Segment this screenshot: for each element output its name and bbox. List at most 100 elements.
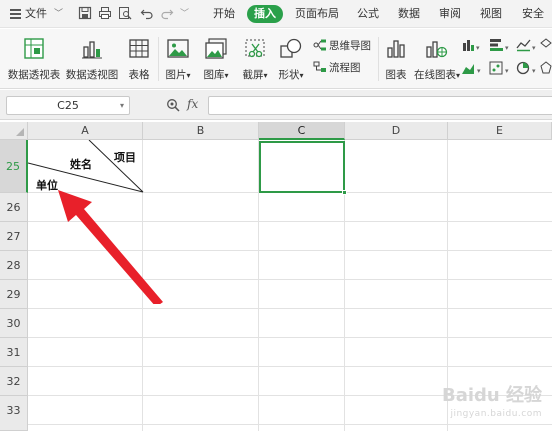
svg-text:▾: ▾ [505, 44, 509, 52]
scatter-chart-icon[interactable]: ▾ [489, 61, 511, 75]
column-header-b[interactable]: B [143, 122, 259, 140]
pivot-chart-label: 数据透视图 [65, 69, 119, 81]
column-header-a[interactable]: A [28, 122, 143, 140]
fill-handle[interactable] [342, 190, 347, 195]
online-chart-icon [423, 37, 449, 61]
line-chart-icon[interactable]: ▾ [516, 38, 538, 52]
column-chart-icon[interactable]: ▾ [461, 38, 481, 52]
row-header-28[interactable]: 28 [0, 251, 28, 280]
screenshot-button[interactable]: 截屏▾ [238, 37, 272, 82]
row-header-29[interactable]: 29 [0, 280, 28, 309]
flowchart-button[interactable]: 流程图 [313, 59, 361, 77]
gridline [28, 337, 552, 338]
selected-cell-c25[interactable] [259, 141, 347, 195]
cell-a25-header-name: 姓名 [70, 158, 92, 171]
row-header-33[interactable]: 33 [0, 396, 28, 431]
svg-text:▾: ▾ [532, 44, 536, 52]
save-icon[interactable] [78, 6, 92, 20]
gallery-button[interactable]: 图库▾ [199, 37, 233, 82]
name-box-value: C25 [57, 99, 79, 112]
picture-icon [165, 37, 191, 61]
column-header-e[interactable]: E [448, 122, 552, 140]
pivot-table-button[interactable]: 数据透视表 [6, 37, 62, 82]
ribbon: 数据透视表 数据透视图 表格 图片▾ 图库▾ 截屏▾ 形状▾ 思维导图 流程图 … [0, 29, 552, 89]
select-all-triangle-icon [16, 128, 24, 136]
formula-bar: C25 ▾ fx [0, 90, 552, 120]
gridline [28, 424, 552, 425]
shape-button[interactable]: 形状▾ [274, 37, 308, 82]
tab-home[interactable]: 开始 [213, 6, 235, 22]
print-icon[interactable] [98, 6, 112, 20]
print-preview-icon[interactable] [118, 6, 132, 20]
pivot-table-icon [21, 37, 47, 61]
row-header-27[interactable]: 27 [0, 222, 28, 251]
pivot-chart-button[interactable]: 数据透视图 [64, 37, 120, 82]
table-button[interactable]: 表格 [124, 37, 154, 82]
redo-icon[interactable] [160, 6, 174, 20]
scissors-icon [242, 37, 268, 61]
tab-formulas[interactable]: 公式 [357, 6, 379, 22]
shape-label: 形状▾ [278, 69, 304, 81]
gridline [28, 308, 552, 309]
spreadsheet-grid: A B C D E 25 26 27 28 29 30 31 32 33 项目 … [0, 122, 552, 431]
hamburger-menu-icon[interactable] [10, 9, 21, 19]
bar-chart-horizontal-icon[interactable]: ▾ [489, 38, 511, 52]
gridline [28, 366, 552, 367]
mind-map-button[interactable]: 思维导图 [313, 37, 371, 55]
name-box[interactable]: C25 ▾ [6, 96, 130, 115]
file-menu[interactable]: 文件 [25, 6, 47, 22]
bar-chart-icon [383, 37, 409, 61]
tab-data[interactable]: 数据 [398, 6, 420, 22]
fx-button[interactable]: fx [187, 97, 198, 111]
gallery-icon [203, 37, 229, 61]
chart-label: 图表 [385, 69, 407, 81]
tab-page-layout[interactable]: 页面布局 [295, 6, 339, 22]
more-charts-icon[interactable] [540, 38, 552, 52]
select-all-corner[interactable] [0, 122, 28, 140]
tab-view[interactable]: 视图 [480, 6, 502, 22]
picture-button[interactable]: 图片▾ [161, 37, 195, 82]
baidu-watermark: Baidu 经验 jingyan.baidu.com [442, 387, 542, 423]
pivot-table-label: 数据透视表 [7, 69, 61, 81]
svg-text:▾: ▾ [505, 67, 509, 75]
area-chart-icon[interactable]: ▾ [461, 61, 483, 75]
pie-chart-icon[interactable]: ▾ [516, 61, 538, 75]
row-header-30[interactable]: 30 [0, 309, 28, 338]
cell-a25-header-project: 项目 [114, 151, 136, 164]
watermark-url: jingyan.baidu.com [450, 409, 542, 419]
undo-icon[interactable] [140, 6, 154, 20]
menu-bar: 文件 ﹀ ﹀ 开始 插入 页面布局 公式 数据 审阅 视图 安全 [0, 0, 552, 28]
column-header-d[interactable]: D [345, 122, 448, 140]
row-header-26[interactable]: 26 [0, 193, 28, 222]
row-header-25[interactable]: 25 [0, 140, 28, 193]
file-menu-chevron-icon[interactable]: ﹀ [54, 6, 63, 22]
formula-input[interactable] [208, 96, 552, 115]
tab-insert[interactable]: 插入 [247, 5, 283, 23]
picture-label: 图片▾ [165, 69, 191, 81]
name-box-dropdown-icon[interactable]: ▾ [120, 97, 124, 114]
column-header-c[interactable]: C [259, 122, 345, 140]
row-header-32[interactable]: 32 [0, 367, 28, 396]
screenshot-label: 截屏▾ [242, 69, 268, 81]
red-arrow-annotation [58, 190, 163, 304]
svg-text:▾: ▾ [476, 44, 480, 52]
tab-review[interactable]: 审阅 [439, 6, 461, 22]
quick-access-chevron-icon[interactable]: ﹀ [180, 6, 189, 22]
chart-button[interactable]: 图表 [382, 37, 410, 82]
watermark-logo-text: Baidu 经验 [441, 385, 542, 406]
svg-text:▾: ▾ [477, 67, 481, 75]
online-chart-label: 在线图表▾ [414, 69, 461, 81]
ribbon-divider [378, 37, 379, 81]
online-chart-button[interactable]: 在线图表▾ [414, 37, 461, 82]
shape-icon [278, 37, 304, 61]
tab-security[interactable]: 安全 [522, 6, 544, 22]
radar-chart-icon[interactable] [540, 61, 552, 75]
row-header-31[interactable]: 31 [0, 338, 28, 367]
flowchart-label: 流程图 [329, 62, 361, 74]
flowchart-icon [313, 61, 326, 72]
svg-text:▾: ▾ [532, 67, 536, 75]
mind-map-icon [313, 39, 326, 51]
zoom-lookup-icon[interactable] [166, 98, 180, 112]
table-label: 表格 [128, 69, 150, 81]
table-icon [126, 37, 152, 61]
